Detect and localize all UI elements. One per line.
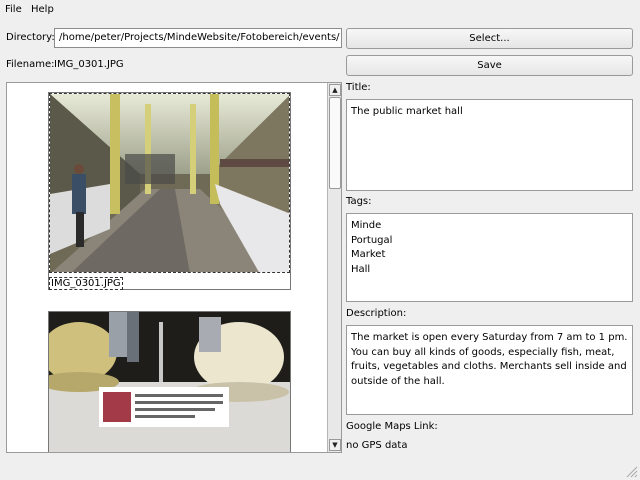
directory-input[interactable]: /home/peter/Projects/MindeWebsite/Fotobe… (54, 28, 342, 48)
tag-item: Minde (351, 220, 382, 231)
maps-value: no GPS data (346, 440, 408, 451)
maps-label: Google Maps Link: (346, 421, 438, 432)
description-label: Description: (346, 308, 407, 319)
thumbnail-list[interactable]: IMG_0301.JPG ▲ ▼ (6, 82, 342, 453)
scroll-thumb[interactable] (329, 97, 341, 189)
thumbnail-scrollbar[interactable]: ▲ ▼ (327, 83, 341, 452)
table-photo (49, 312, 290, 452)
tag-item: Hall (351, 263, 371, 275)
scroll-up-icon[interactable]: ▲ (329, 84, 341, 96)
title-label: Title: (346, 82, 371, 93)
menu-help[interactable]: Help (31, 4, 54, 15)
list-item[interactable]: IMG_0301.JPG (48, 92, 291, 290)
filename-label: Filename: (6, 59, 55, 70)
tag-item: Market (351, 249, 386, 260)
directory-label: Directory: (6, 32, 55, 43)
description-field[interactable]: The market is open every Saturday from 7… (346, 325, 633, 415)
market-hall-photo (49, 93, 290, 273)
menu-file[interactable]: File (5, 4, 22, 15)
scroll-down-icon[interactable]: ▼ (329, 439, 341, 451)
tag-item: Portugal (351, 234, 393, 246)
title-field[interactable]: The public market hall (346, 99, 633, 191)
tags-field[interactable]: Minde Portugal Market Hall (346, 213, 633, 302)
save-button[interactable]: Save (346, 55, 633, 76)
filename-value: IMG_0301.JPG (54, 59, 124, 70)
list-item[interactable] (48, 311, 291, 452)
select-button[interactable]: Select... (346, 28, 633, 49)
menu-bar: File Help (0, 0, 640, 20)
tags-label: Tags: (346, 196, 372, 207)
resize-grip-icon[interactable] (624, 464, 638, 478)
thumbnail-caption: IMG_0301.JPG (49, 277, 123, 290)
